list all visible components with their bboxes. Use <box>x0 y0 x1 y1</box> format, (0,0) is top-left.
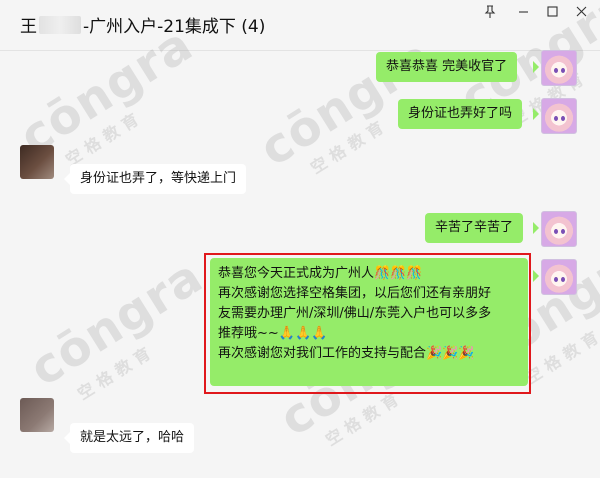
watermark-subtitle: 空格教育 <box>522 324 600 388</box>
title-bar: 王 -广州入户-21集成下 (4) <box>0 0 600 51</box>
message-text: 恭喜恭喜 完美收官了 <box>386 59 508 74</box>
redacted-name-block <box>39 15 81 34</box>
minimize-icon[interactable] <box>508 0 538 22</box>
bubble-tail <box>533 108 539 120</box>
watermark-subtitle: 空格教育 <box>307 114 392 178</box>
watermark-subtitle: 空格教育 <box>62 106 147 170</box>
bubble-tail <box>533 61 539 73</box>
avatar[interactable] <box>541 98 577 134</box>
pin-icon[interactable] <box>475 0 505 22</box>
message-bubble[interactable]: 恭喜恭喜 完美收官了 <box>376 52 518 82</box>
avatar[interactable] <box>20 398 54 432</box>
highlight-box <box>204 253 531 394</box>
message-bubble[interactable]: 就是太远了，哈哈 <box>70 423 195 453</box>
bubble-tail <box>533 270 539 282</box>
watermark-logo: cōngra <box>20 248 213 398</box>
message-text: 辛苦了辛苦了 <box>435 220 514 235</box>
message-text: 身份证也弄好了吗 <box>408 106 513 121</box>
message-text: 身份证也弄了，等快递上门 <box>80 171 237 186</box>
chat-title: 王 -广州入户-21集成下 (4) <box>20 12 265 37</box>
message-bubble[interactable]: 身份证也弄好了吗 <box>398 99 523 129</box>
watermark-subtitle: 空格教育 <box>74 340 159 404</box>
message-text: 就是太远了，哈哈 <box>80 430 185 445</box>
message-bubble[interactable]: 身份证也弄了，等快递上门 <box>70 164 247 194</box>
close-icon[interactable] <box>566 0 596 22</box>
maximize-icon[interactable] <box>537 0 567 22</box>
message-bubble[interactable]: 辛苦了辛苦了 <box>425 213 524 243</box>
chat-title-prefix: 王 <box>20 17 37 37</box>
avatar[interactable] <box>20 145 54 179</box>
avatar[interactable] <box>541 211 577 247</box>
bubble-tail <box>533 222 539 234</box>
avatar[interactable] <box>541 50 577 86</box>
chat-title-suffix: -广州入户-21集成下 (4) <box>83 17 266 37</box>
avatar[interactable] <box>541 259 577 295</box>
